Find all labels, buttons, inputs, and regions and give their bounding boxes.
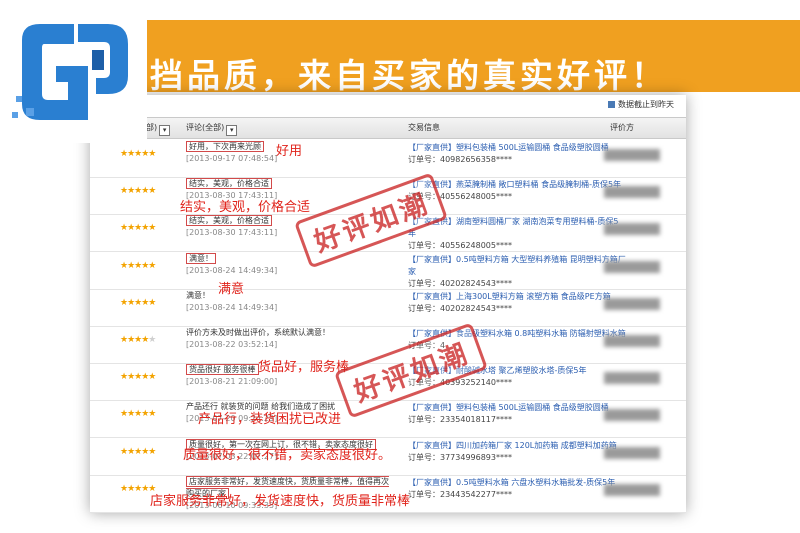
chevron-down-icon[interactable]: ▾ [226, 125, 238, 136]
annotation-2: 结实，美观，价格合适 [180, 200, 311, 215]
order-number: 订单号：40202824543**** [408, 303, 512, 313]
data-cutoff-note: 数据截止到昨天 [608, 99, 674, 110]
brand-logo [0, 0, 147, 143]
table-header: 部) ▾ 评论(全部) ▾ 交易信息 评价方 [90, 117, 686, 139]
trade-info: 【厂家直供】上海300L塑料方箱 滚塑方箱 食品级PE方箱 订单号：4020282… [408, 291, 626, 315]
star-rating: ★★★★★ [120, 409, 156, 420]
star-rating: ★★★★★ [120, 186, 156, 197]
rater-name-blurred [604, 149, 660, 161]
star-rating: ★★★★★ [120, 260, 156, 271]
annotation-5: 产品行，装货困扰已改进 [198, 412, 342, 427]
annotation-6: 质量很好，很不错，卖家态度很好。 [183, 448, 392, 463]
product-link[interactable]: 【厂家直供】上海300L塑料方箱 滚塑方箱 食品级PE方箱 [408, 292, 611, 301]
comment-date: [2013-09-17 07:48:54] [186, 154, 278, 163]
rater-name-blurred [604, 297, 660, 310]
annotation-3: 满意 [218, 282, 245, 297]
product-link[interactable]: 【厂家直供】塑料包装桶 500L运输圆桶 食品级塑胶圆桶 [408, 143, 609, 152]
review-comment: 评价方未及时做出评价，系统默认满意！ [2013-08-22 03:52:14] [186, 327, 396, 351]
rater-name-blurred [604, 409, 660, 422]
rater-name-blurred [604, 483, 660, 496]
comment-text: 满意！ [186, 290, 210, 300]
comment-text: 货品很好 服务很棒 [186, 364, 259, 376]
star-rating: ★★★★★ [120, 446, 156, 457]
trade-info: 【厂家直供】0.5吨塑料方箱 大型塑料养殖箱 昆明塑料方箱厂家订单号：40202… [408, 254, 626, 290]
product-link[interactable]: 【厂家直供】0.5吨塑料水箱 六盘水塑料水箱批发-质保5年 [408, 478, 615, 487]
review-row: ★★★★★ 好用，下次再来光顾 [2013-09-17 07:48:54] 【厂家直供… [90, 139, 686, 178]
comment-text: 评价方未及时做出评价，系统默认满意！ [186, 328, 330, 337]
star-rating: ★★★★★ [120, 372, 156, 383]
annotation-7: 店家服务非常好，发货速度快，货质量非常棒 [150, 494, 411, 509]
star-rating: ★★★★★ [120, 297, 156, 308]
trade-info: 【厂家直供】0.5吨塑料水箱 六盘水塑料水箱批发-质保5年 订单号：2344354… [408, 477, 626, 501]
trade-info: 【厂家直供】塑料包装桶 500L运输圆桶 食品级塑胶圆桶 订单号：40982656… [408, 142, 626, 166]
product-link[interactable]: 【厂家直供】塑料包装桶 500L运输圆桶 食品级塑胶圆桶 [408, 403, 609, 412]
comment-text: 好用，下次再来光顾 [186, 141, 264, 152]
trade-info: 【厂家直供】四川加药箱厂家 120L加药箱 成都塑料加药箱 订单号：3773499… [408, 440, 626, 464]
header-trade-info: 交易信息 [408, 123, 440, 132]
order-number: 订单号：40982656358**** [408, 155, 512, 164]
product-link[interactable]: 【厂家直供】燕菜腌制桶 敞口塑料桶 食品级腌制桶-质保5年 [408, 180, 621, 189]
rater-name-blurred [604, 186, 660, 199]
order-number: 订单号：40202824543**** [408, 278, 512, 288]
comment-date: [2013-08-30 17:43:11] [186, 228, 278, 238]
comment-date: [2013-08-24 14:49:34] [186, 302, 278, 312]
trade-info: 【厂家直供】湖南塑料圆桶厂家 湖南泡菜专用塑料桶-质保5年 订单号：4055624… [408, 216, 626, 252]
trade-info: 【厂家直供】塑料包装桶 500L运输圆桶 食品级塑胶圆桶 订单号：23354018… [408, 402, 626, 426]
rater-name-blurred [604, 372, 660, 385]
star-rating: ★★★★★ [120, 149, 156, 159]
header-rater: 评价方 [610, 123, 634, 132]
rater-name-blurred [604, 260, 660, 273]
comment-date: [2013-08-21 21:09:00] [186, 377, 278, 387]
review-row: ★★★★★ 满意！ [2013-08-24 14:49:34] 【厂家直供】上海300… [90, 288, 686, 327]
filter-dropdown-comments[interactable]: 评论(全部) ▾ [186, 122, 238, 136]
comment-text: 结实，美观，价格合适 [186, 215, 272, 227]
review-row: ★★★★★ 产品还行 就装货的问题 给我们造成了困扰 [2013-07-20 09:… [90, 399, 686, 439]
comment-date: [2013-08-24 14:49:34] [186, 265, 278, 275]
order-number: 订单号：37734996893**** [408, 452, 512, 462]
info-icon [608, 101, 615, 108]
review-comment: 满意！ [2013-08-24 14:49:34] [186, 252, 396, 277]
order-number: 订单号：23354018117**** [408, 415, 512, 425]
product-link[interactable]: 【厂家直供】四川加药箱厂家 120L加药箱 成都塑料加药箱 [408, 441, 617, 450]
comment-text: 满意！ [186, 252, 216, 264]
comment-date: [2013-08-22 03:52:14] [186, 340, 278, 349]
gp-logo-icon [12, 24, 128, 120]
chevron-down-icon[interactable]: ▾ [159, 125, 171, 136]
comment-text: 结实，美观，价格合适 [186, 178, 272, 190]
order-number: 订单号：23443542277**** [408, 489, 512, 499]
order-number: 订单号：40556248005**** [408, 241, 512, 251]
rater-name-blurred [604, 446, 660, 459]
product-link[interactable]: 【厂家直供】0.5吨塑料方箱 大型塑料养殖箱 昆明塑料方箱厂家 [408, 255, 626, 276]
filter-dropdown-1[interactable]: 部) ▾ [146, 122, 171, 136]
annotation-1: 好用 [276, 144, 303, 159]
star-rating: ★★★★★ [120, 335, 156, 345]
review-row: ★★★★★ 满意！ [2013-08-24 14:49:34] 【厂家直供】0.5吨塑… [90, 251, 686, 290]
rater-name-blurred [604, 335, 660, 347]
rater-name-blurred [604, 223, 660, 236]
star-rating: ★★★★★ [120, 223, 156, 234]
